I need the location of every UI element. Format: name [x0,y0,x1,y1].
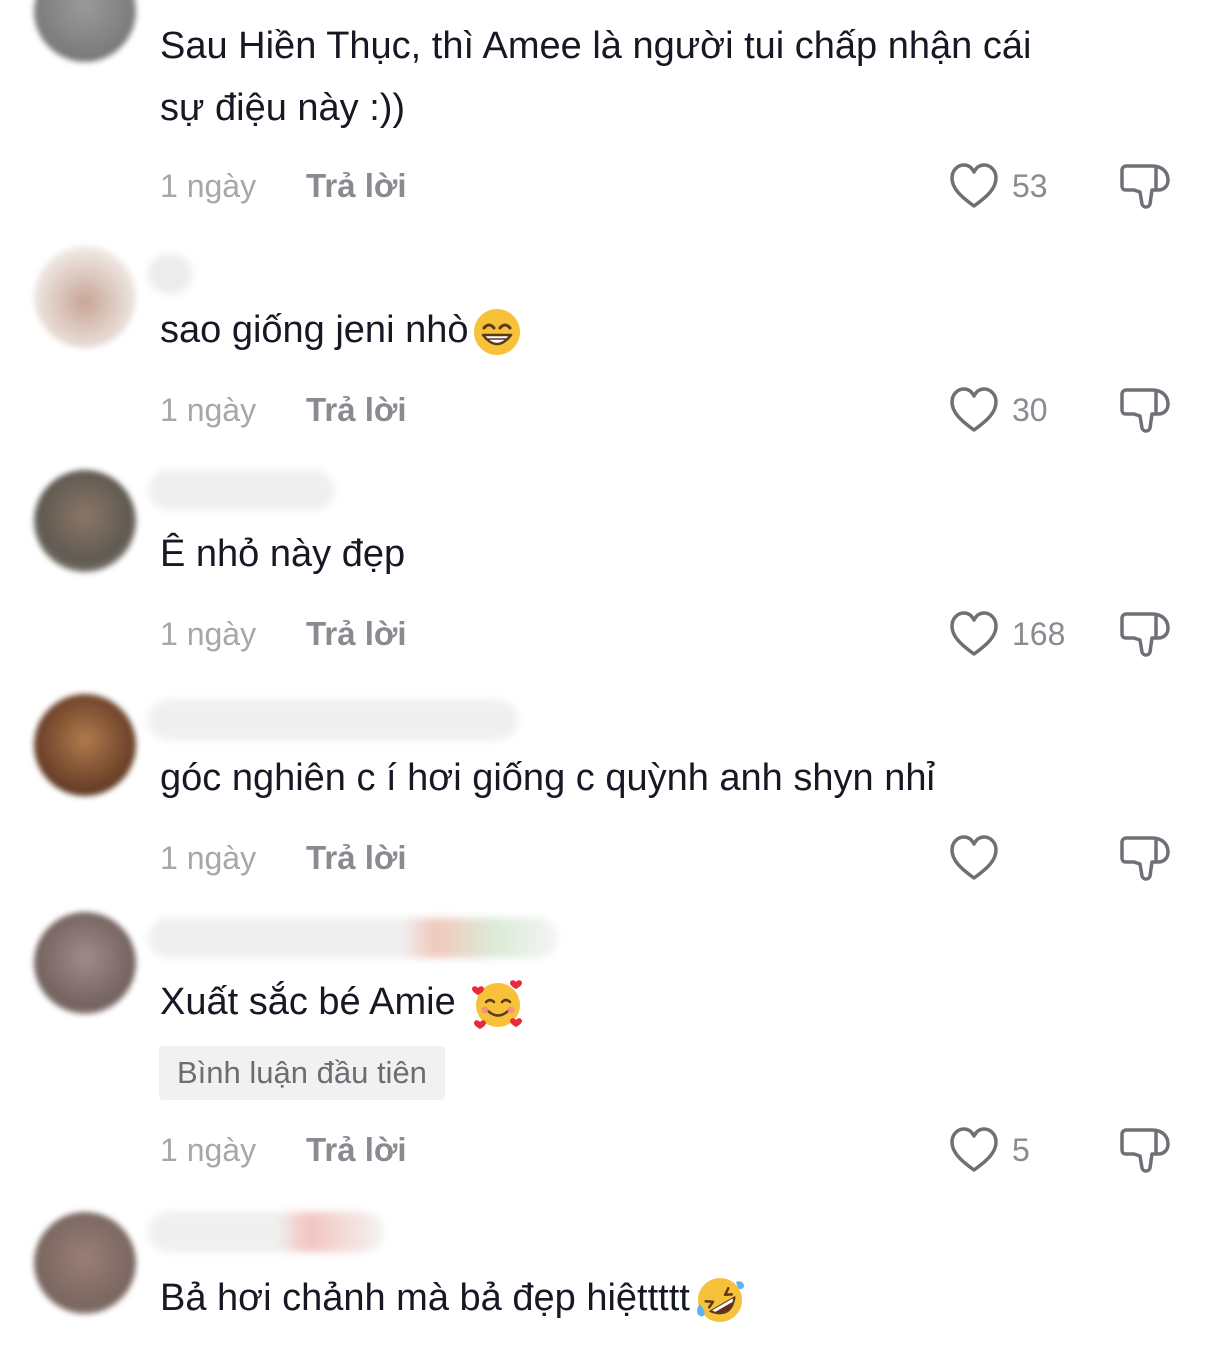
heart-icon[interactable] [948,834,1000,882]
avatar[interactable] [34,1212,136,1314]
rolling-on-the-floor-laughing-icon [696,1277,744,1322]
thumbs-down-icon[interactable] [1118,608,1174,660]
username-blurred[interactable] [148,470,334,510]
comment-time: 1 ngày [160,616,257,652]
avatar[interactable] [34,470,136,572]
comment-text: Bả hơi chảnh mà bả đẹp hiệttttt [160,1268,746,1328]
thumbs-down-icon[interactable] [1118,1124,1174,1176]
username-blurred[interactable] [148,700,518,740]
comment-text: Ê nhỏ này đẹp [160,533,406,575]
heart-icon[interactable] [948,162,1000,210]
grinning-face-with-smiling-eyes-icon [474,308,521,355]
smiling-face-with-hearts-icon [472,980,523,1029]
first-comment-badge: Bình luận đầu tiên [159,1046,445,1100]
username-blurred[interactable] [148,254,192,294]
comment-text-line2: sự điệu này :)) [160,87,406,129]
thumbs-down-icon[interactable] [1118,832,1174,884]
comment-text: Xuất sắc bé Amie [160,972,526,1032]
like-count: 5 [1012,1132,1030,1168]
avatar[interactable] [34,0,136,62]
thumbs-down-icon[interactable] [1118,384,1174,436]
reply-button[interactable]: Trả lời [306,614,407,654]
comment-time: 1 ngày [160,168,257,204]
like-count: 168 [1012,616,1066,652]
avatar[interactable] [34,694,136,796]
like-count: 30 [1012,392,1048,428]
thumbs-down-icon[interactable] [1118,160,1174,212]
heart-icon[interactable] [948,1126,1000,1174]
heart-icon[interactable] [948,386,1000,434]
comment-text-body: sao giống jeni nhò [160,309,469,351]
comment-time: 1 ngày [160,392,257,428]
avatar[interactable] [34,912,136,1014]
like-count: 53 [1012,168,1048,204]
comment-text: Sau Hiền Thục, thì Amee là người tui chấ… [160,25,1032,67]
username-blurred[interactable] [148,918,558,958]
heart-icon[interactable] [948,610,1000,658]
comment-time: 1 ngày [160,1132,257,1168]
comment-text-body: Bả hơi chảnh mà bả đẹp hiệttttt [160,1277,690,1319]
comment-time: 1 ngày [160,840,257,876]
username-blurred[interactable] [148,1212,384,1252]
reply-button[interactable]: Trả lời [306,390,407,430]
comment-text: sao giống jeni nhò [160,300,522,360]
comment-text: góc nghiên c í hơi giống c quỳnh anh shy… [160,757,935,799]
reply-button[interactable]: Trả lời [306,838,407,878]
avatar[interactable] [34,246,136,348]
reply-button[interactable]: Trả lời [306,1130,407,1170]
comment-text-body: Xuất sắc bé Amie [160,981,456,1023]
reply-button[interactable]: Trả lời [306,166,407,206]
